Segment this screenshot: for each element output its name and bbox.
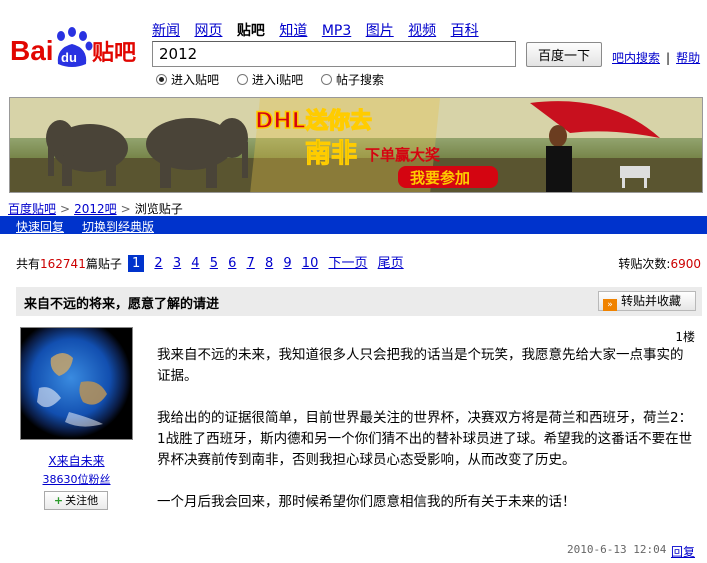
thread-title: 来自不远的将来，愿意了解的请进 xyxy=(24,297,220,312)
nav-item-mp3[interactable]: MP3 xyxy=(322,23,351,39)
repost-count: 转贴次数:6900 xyxy=(618,257,701,271)
help-link[interactable]: 帮助 xyxy=(676,51,700,65)
breadcrumb-home[interactable]: 百度贴吧 xyxy=(8,202,56,216)
top-nav: 新闻 网页 贴吧 知道 MP3 图片 视频 百科 xyxy=(152,20,489,40)
page-1: 1 xyxy=(128,255,145,272)
double-arrow-icon: » xyxy=(603,299,617,311)
banner-cta: 我要参加 xyxy=(410,169,470,187)
radio-enter-tieba[interactable]: 进入贴吧 xyxy=(156,71,219,88)
reply-link[interactable]: 回复 xyxy=(671,543,695,560)
follow-button[interactable]: + 关注他 xyxy=(44,491,108,510)
chevron-right-icon: > xyxy=(120,202,131,216)
nav-item-images[interactable]: 图片 xyxy=(366,23,394,39)
post-timestamp: 2010-6-13 12:04 xyxy=(567,543,667,556)
nav-item-video[interactable]: 视频 xyxy=(408,23,436,39)
logo-text-left: Bai xyxy=(10,35,54,66)
thread-title-bar: 来自不远的将来，愿意了解的请进 » 转贴并收藏 xyxy=(16,287,702,316)
post-count: 共有162741篇贴子 xyxy=(16,257,122,271)
action-bar: 快速回复 切换到经典版 xyxy=(0,216,707,234)
post-paragraph: 一个月后我会回来，那时候希望你们愿意相信我的所有关于未来的话！ xyxy=(157,494,576,510)
page-2[interactable]: 2 xyxy=(154,256,162,271)
page-10[interactable]: 10 xyxy=(302,256,319,271)
author-name[interactable]: X来自未来 xyxy=(20,452,133,469)
in-bar-search-link[interactable]: 吧内搜索 xyxy=(612,51,660,65)
page-7[interactable]: 7 xyxy=(247,256,255,271)
search-input[interactable] xyxy=(152,41,516,67)
floor-number: 1楼 xyxy=(675,330,695,344)
search-button[interactable]: 百度一下 xyxy=(526,42,602,67)
side-links: 吧内搜索 | 帮助 xyxy=(612,51,701,65)
radio-post-search[interactable]: 帖子搜索 xyxy=(321,71,384,88)
post-content: 我来自不远的未来，我知道很多人只会把我的话当是个玩笑，我愿意先给大家一点事实的证… xyxy=(157,345,695,534)
last-page-link[interactable]: 尾页 xyxy=(378,252,404,271)
repost-count-number: 6900 xyxy=(670,257,701,271)
post-count-number: 162741 xyxy=(40,257,86,271)
radio-checked-icon[interactable] xyxy=(156,74,167,85)
breadcrumb-bar[interactable]: 2012吧 xyxy=(74,202,117,216)
breadcrumb-current: 浏览贴子 xyxy=(134,202,183,216)
page-5[interactable]: 5 xyxy=(210,256,218,271)
paw-icon: du xyxy=(57,27,93,67)
nav-item-tieba: 贴吧 xyxy=(236,23,265,39)
avatar[interactable] xyxy=(20,327,133,440)
radio-enter-itieba[interactable]: 进入i贴吧 xyxy=(236,71,303,88)
post-paragraph: 我来自不远的未来，我知道很多人只会把我的话当是个玩笑，我愿意先给大家一点事实的证… xyxy=(157,347,684,384)
logo-badge-text: du xyxy=(61,50,77,65)
quick-reply-link[interactable]: 快速回复 xyxy=(16,218,64,235)
plus-icon: + xyxy=(53,494,64,507)
logo-text-right: 贴吧 xyxy=(92,40,136,66)
nav-item-baike[interactable]: 百科 xyxy=(451,23,479,39)
next-page-link[interactable]: 下一页 xyxy=(328,252,367,271)
dhl-banner-ad[interactable]: DHL送你去 南非 下单赢大奖 我要参加 xyxy=(9,97,703,193)
pagination: 1 2 3 4 5 6 7 8 9 10 下一页 尾页 xyxy=(128,252,410,272)
nav-item-news[interactable]: 新闻 xyxy=(152,23,180,39)
banner-sub2: 下单赢大奖 xyxy=(365,146,441,164)
breadcrumb: 百度贴吧 >2012吧 > 浏览贴子 xyxy=(8,200,183,217)
page-3[interactable]: 3 xyxy=(173,256,181,271)
post-paragraph: 我给出的的证据很简单，目前世界最关注的世界杯，决赛双方将是荷兰和西班牙，荷兰2：… xyxy=(157,410,693,468)
page-4[interactable]: 4 xyxy=(191,256,199,271)
switch-classic-link[interactable]: 切换到经典版 xyxy=(82,218,154,235)
banner-headline: DHL送你去 xyxy=(255,108,372,134)
search-mode-radios: 进入贴吧 进入i贴吧 帖子搜索 xyxy=(156,71,398,88)
nav-item-web[interactable]: 网页 xyxy=(194,23,222,39)
earth-icon xyxy=(37,353,107,427)
page-8[interactable]: 8 xyxy=(265,256,273,271)
radio-icon[interactable] xyxy=(321,74,333,85)
page-9[interactable]: 9 xyxy=(283,256,291,271)
repost-favorite-button[interactable]: » 转贴并收藏 xyxy=(598,291,696,311)
nav-item-zhidao[interactable]: 知道 xyxy=(279,23,307,39)
chevron-right-icon: > xyxy=(60,202,71,216)
banner-sub1: 南非 xyxy=(305,139,357,169)
baidu-tieba-logo[interactable]: Bai du 贴吧 xyxy=(8,22,146,72)
radio-icon[interactable] xyxy=(236,74,248,85)
page-6[interactable]: 6 xyxy=(228,256,236,271)
author-fans[interactable]: 38630位粉丝 xyxy=(20,471,133,487)
